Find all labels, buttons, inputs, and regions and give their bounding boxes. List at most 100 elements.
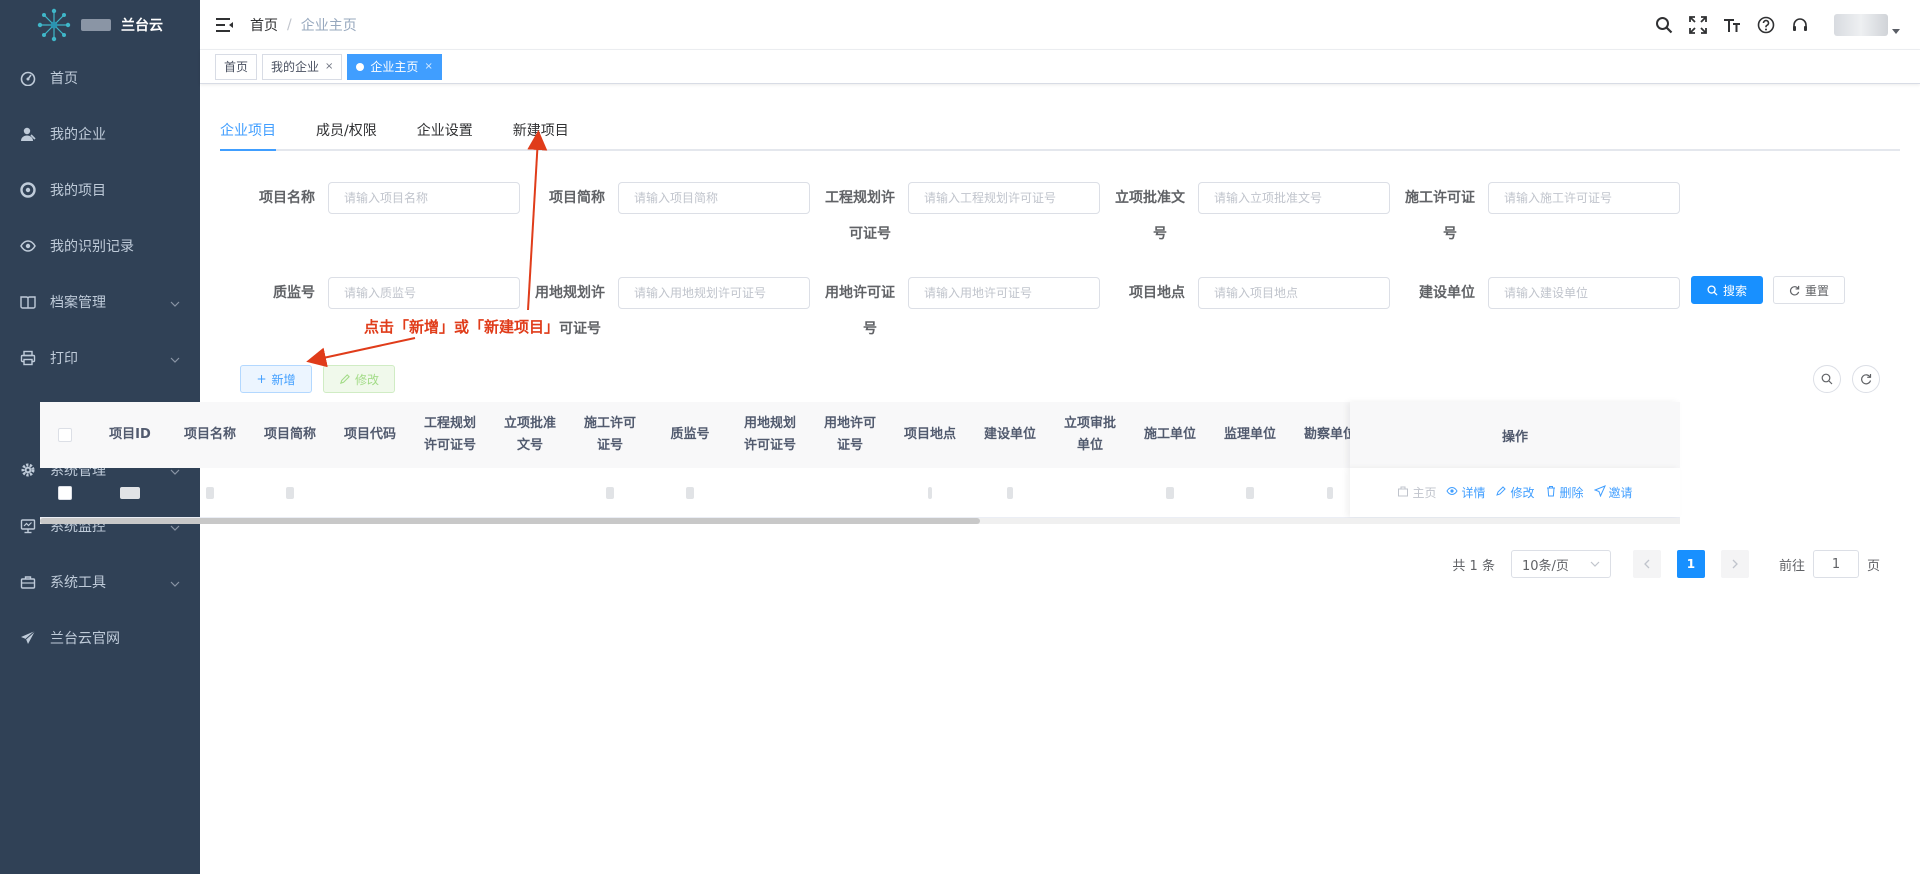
caret-down-icon [1892, 29, 1900, 34]
table-row[interactable]: 主页 详情 修改 删除 邀请 [40, 468, 1680, 518]
project-icon [20, 182, 36, 198]
select-all-checkbox[interactable] [58, 428, 72, 442]
sidebar-item-1[interactable]: 我的企业 [0, 106, 200, 162]
tab-3[interactable]: 新建项目 [513, 111, 589, 149]
row-action-0[interactable]: 主页 [1397, 484, 1436, 501]
close-icon[interactable]: × [424, 55, 432, 79]
field-input-8[interactable] [1198, 277, 1390, 309]
sidebar-item-4[interactable]: 档案管理 [0, 274, 200, 330]
next-page-button[interactable] [1720, 550, 1749, 578]
search-button[interactable]: 搜索 [1691, 276, 1763, 304]
logo[interactable]: 兰台云 [0, 0, 200, 50]
sidebar-item-label: 我的企业 [50, 127, 106, 143]
home-icon [1397, 485, 1409, 500]
edit-button[interactable]: 修改 [323, 365, 395, 393]
column-header-14[interactable]: 监理单位 [1210, 424, 1290, 446]
column-header-11[interactable]: 建设单位 [970, 424, 1050, 446]
book-icon [20, 294, 36, 310]
field-label-8: 项目地点 [1129, 285, 1185, 301]
row-checkbox[interactable] [58, 485, 72, 500]
column-header-13[interactable]: 施工单位 [1130, 424, 1210, 446]
tag-2[interactable]: 企业主页 × [347, 53, 442, 80]
row-action-2[interactable]: 修改 [1495, 484, 1535, 501]
column-header-4[interactable]: 工程规划 许可证号 [410, 413, 490, 457]
field-input-2[interactable] [908, 182, 1100, 214]
field-input-7[interactable] [908, 277, 1100, 309]
enterprise-tabs: 企业项目 成员/权限 企业设置 新建项目 [220, 111, 1900, 151]
column-header-label: 立项审批 单位 [1064, 413, 1116, 457]
row-action-label: 邀请 [1608, 486, 1633, 500]
headset-icon[interactable] [1790, 15, 1810, 35]
column-header-0[interactable]: 项目ID [90, 424, 170, 446]
field-input-5[interactable] [328, 277, 520, 309]
breadcrumb-current: 企业主页 [300, 17, 357, 34]
page-number-current[interactable]: 1 [1676, 550, 1705, 578]
column-header-12[interactable]: 立项审批 单位 [1050, 413, 1130, 457]
field-label-3: 立项批准文号 [1115, 180, 1185, 252]
user-dropdown[interactable] [1834, 14, 1900, 36]
tab-2[interactable]: 企业设置 [417, 111, 493, 149]
goto-page-input[interactable] [1812, 550, 1859, 578]
column-header-6[interactable]: 施工许可 证号 [570, 413, 650, 457]
close-icon[interactable]: × [325, 55, 333, 79]
reset-button[interactable]: 重置 [1773, 276, 1845, 304]
hamburger-button[interactable] [200, 0, 250, 50]
page-size-select[interactable]: 10条/页 [1510, 550, 1611, 578]
column-header-label: 用地规划 许可证号 [744, 413, 796, 457]
column-header-5[interactable]: 立项批准 文号 [490, 413, 570, 457]
row-action-3[interactable]: 删除 [1545, 484, 1584, 501]
column-header-label: 施工许可 证号 [584, 413, 636, 457]
column-header-10[interactable]: 项目地点 [890, 424, 970, 446]
fullscreen-icon[interactable] [1688, 15, 1708, 35]
font-size-icon[interactable] [1722, 15, 1742, 35]
table-cell-10 [890, 486, 970, 499]
menu-fold-icon [216, 17, 233, 32]
column-header-2[interactable]: 项目简称 [250, 424, 330, 446]
tag-1[interactable]: 我的企业 × [262, 53, 343, 80]
sidebar-item-0[interactable]: 首页 [0, 50, 200, 106]
user-icon [20, 126, 36, 142]
column-header-7[interactable]: 质监号 [650, 424, 730, 446]
redacted-value [1166, 486, 1174, 499]
field-input-6[interactable] [618, 277, 810, 309]
tag-0[interactable]: 首页 [215, 53, 258, 80]
row-action-4[interactable]: 邀请 [1593, 484, 1633, 501]
search-icon[interactable] [1654, 15, 1674, 35]
redacted-value [928, 486, 932, 499]
refresh-table-button[interactable] [1852, 365, 1880, 393]
field-input-9[interactable] [1488, 277, 1680, 309]
sidebar-item-10[interactable]: 兰台云官网 [0, 610, 200, 666]
tab-1[interactable]: 成员/权限 [316, 111, 397, 149]
sidebar-item-2[interactable]: 我的项目 [0, 162, 200, 218]
table-horizontal-scrollbar[interactable] [40, 518, 1680, 524]
column-header-line: 许可证号 [743, 438, 796, 453]
chevron-right-icon [1732, 559, 1738, 569]
field-input-4[interactable] [1488, 182, 1680, 214]
sidebar-item-9[interactable]: 系统工具 [0, 554, 200, 610]
add-button[interactable]: + 新增 [240, 365, 312, 393]
tab-0[interactable]: 企业项目 [220, 111, 276, 151]
breadcrumb-home[interactable]: 首页 [250, 15, 278, 35]
column-header-3[interactable]: 项目代码 [330, 424, 410, 446]
column-header-line: 质监号 [670, 427, 710, 442]
field-input-1[interactable] [618, 182, 810, 214]
column-header-1[interactable]: 项目名称 [170, 424, 250, 446]
scrollbar-thumb[interactable] [40, 518, 980, 524]
column-header-8[interactable]: 用地规划 许可证号 [730, 413, 810, 457]
column-header-line: 施工许可 [583, 416, 636, 431]
prev-page-button[interactable] [1632, 550, 1661, 578]
sidebar-item-5[interactable]: 打印 [0, 330, 200, 386]
toggle-search-button[interactable] [1813, 365, 1841, 393]
sidebar-item-3[interactable]: 我的识别记录 [0, 218, 200, 274]
chevron-left-icon [1644, 559, 1650, 569]
table-cell-14 [1210, 486, 1290, 499]
column-header-9[interactable]: 用地许可 证号 [810, 413, 890, 457]
add-button-label: 新增 [271, 372, 296, 387]
field-input-0[interactable] [328, 182, 520, 214]
field-input-3[interactable] [1198, 182, 1390, 214]
reset-button-label: 重置 [1804, 283, 1829, 298]
help-icon[interactable] [1756, 15, 1776, 35]
row-action-1[interactable]: 详情 [1446, 484, 1485, 501]
field-label-line1: 用地许可证 [825, 285, 895, 301]
column-header-label: 项目地点 [904, 424, 956, 446]
